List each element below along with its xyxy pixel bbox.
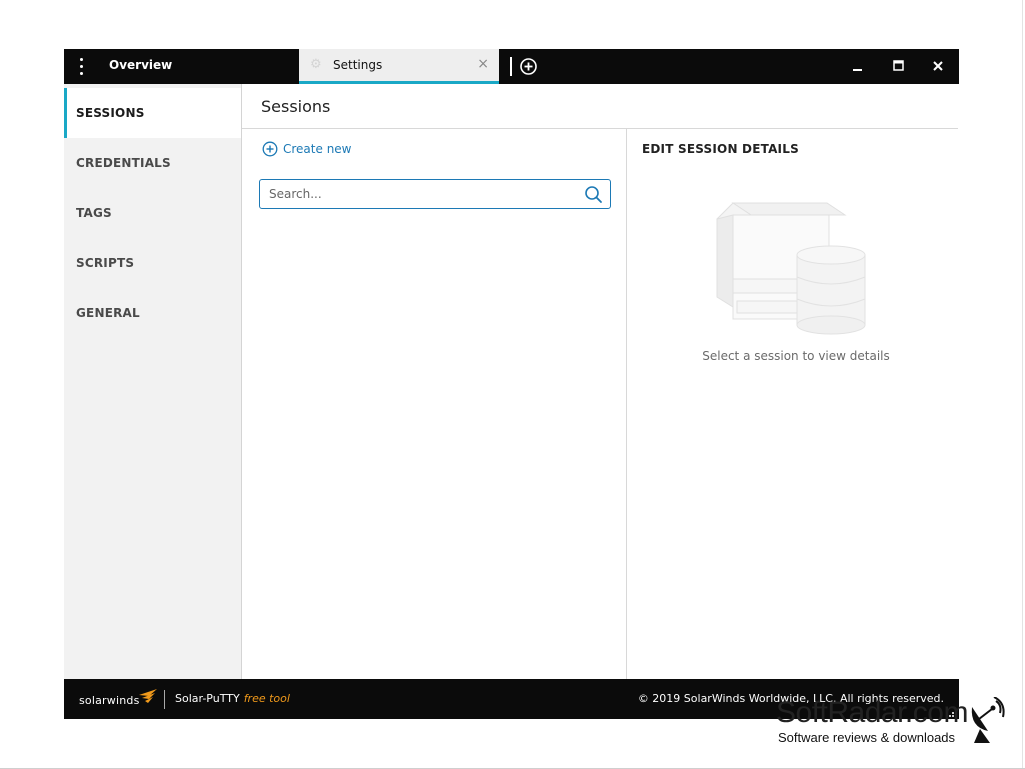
tab-settings[interactable]: ⚙ Settings × (299, 49, 499, 84)
tab-overview[interactable]: Overview (100, 49, 296, 84)
settings-sidebar: SESSIONS CREDENTIALS TAGS SCRIPTS GENERA… (64, 84, 242, 679)
create-new-button[interactable]: Create new (262, 141, 352, 157)
brand-wordmark: solarwinds (79, 694, 140, 707)
sidebar-item-label: GENERAL (76, 306, 140, 320)
title-bar: Overview ⚙ Settings × (64, 49, 959, 84)
product-tag: free tool (243, 692, 290, 705)
page-title: Sessions (261, 97, 331, 116)
details-title: EDIT SESSION DETAILS (642, 142, 799, 156)
sidebar-item-credentials[interactable]: CREDENTIALS (64, 138, 241, 188)
footer-divider (164, 690, 165, 709)
watermark-site: SoftRadar.com (776, 696, 968, 729)
column-divider (626, 129, 627, 679)
empty-state-message: Select a session to view details (702, 349, 890, 363)
app-window: Overview ⚙ Settings × SESSIONS CREDENTIA… (64, 49, 959, 719)
close-icon (933, 61, 943, 71)
solarwinds-flame-icon (139, 689, 157, 703)
sidebar-item-general[interactable]: GENERAL (64, 288, 241, 338)
tab-settings-label: Settings (333, 58, 383, 72)
tab-overview-label: Overview (109, 58, 173, 72)
watermark: SoftRadar.com Software reviews & downloa… (776, 697, 1016, 747)
create-new-label: Create new (283, 142, 352, 156)
search-input[interactable] (260, 180, 578, 208)
sidebar-item-label: CREDENTIALS (76, 156, 171, 170)
header-divider (242, 128, 958, 129)
menu-kebab-icon[interactable] (76, 58, 86, 75)
sidebar-item-label: SESSIONS (76, 106, 145, 120)
sidebar-item-scripts[interactable]: SCRIPTS (64, 238, 241, 288)
sidebar-item-label: TAGS (76, 206, 112, 220)
tab-close-icon[interactable]: × (477, 49, 489, 80)
minimize-button[interactable] (838, 49, 878, 84)
search-box (259, 179, 611, 209)
sidebar-item-tags[interactable]: TAGS (64, 188, 241, 238)
plus-circle-icon (520, 58, 537, 75)
watermark-tagline: Software reviews & downloads (778, 730, 956, 745)
maximize-icon (893, 60, 904, 71)
sidebar-item-sessions[interactable]: SESSIONS (64, 88, 241, 138)
gear-icon: ⚙ (310, 57, 322, 72)
tab-separator (510, 57, 512, 76)
satellite-dish-icon (971, 697, 1005, 743)
sidebar-item-label: SCRIPTS (76, 256, 135, 270)
search-icon[interactable] (584, 185, 603, 204)
minimize-icon (853, 69, 862, 71)
add-tab-button[interactable] (519, 57, 538, 76)
product-label: Solar-PuTTY (175, 692, 240, 705)
maximize-button[interactable] (878, 49, 918, 84)
page-edge-right (1022, 0, 1023, 769)
empty-session-illustration (716, 202, 866, 335)
close-window-button[interactable] (918, 49, 958, 84)
plus-circle-icon (262, 141, 278, 157)
product-name: Solar-PuTTY free tool (175, 692, 290, 705)
